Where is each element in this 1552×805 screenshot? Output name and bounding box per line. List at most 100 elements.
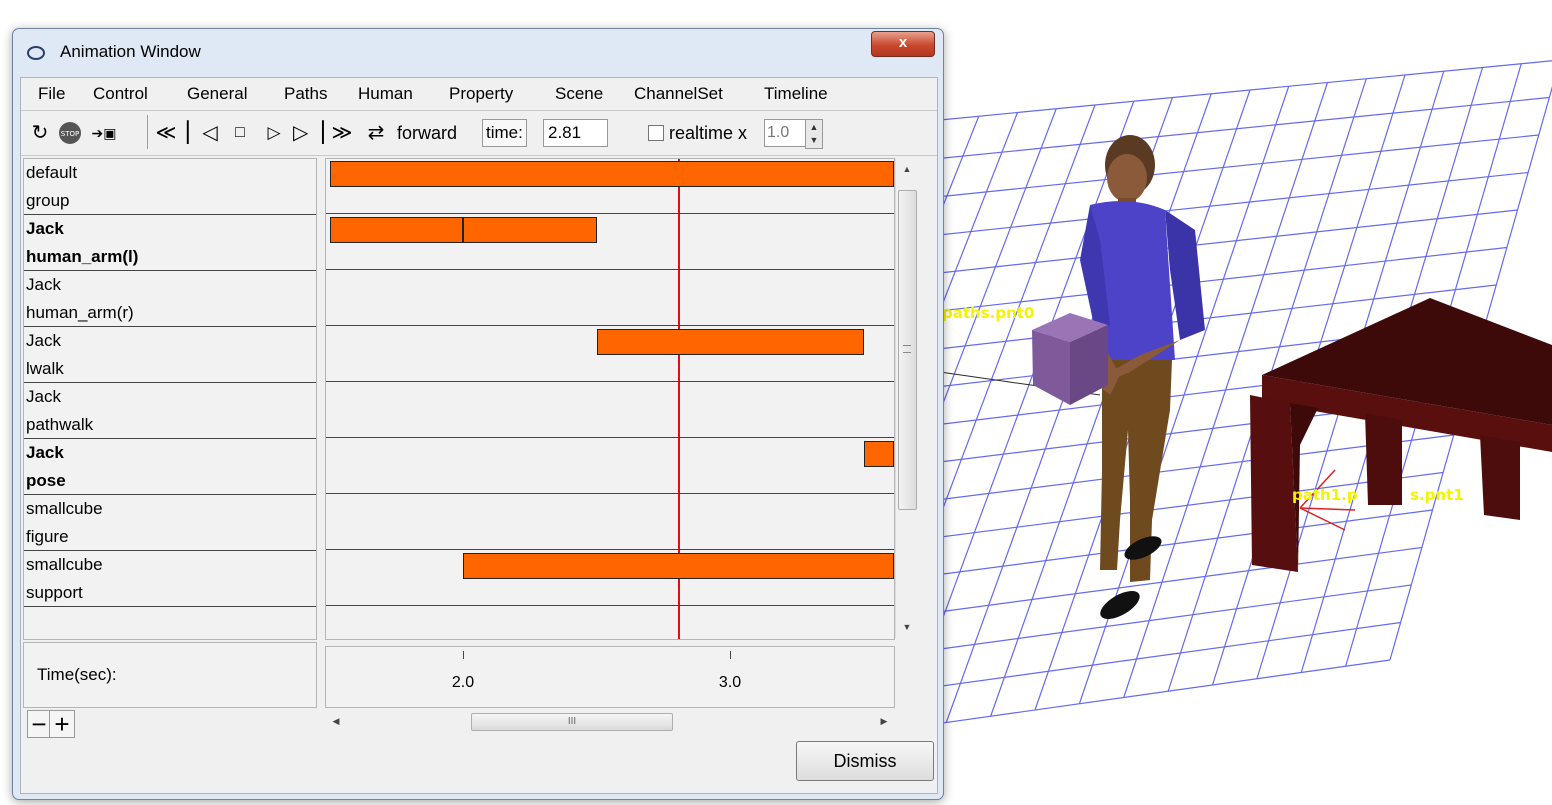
realtime-label: realtime x: [669, 123, 748, 143]
ruler-tick-label: 2.0: [451, 674, 475, 691]
stop-icon[interactable]: STOP: [57, 118, 83, 148]
track-type-name: human_arm(l): [26, 247, 139, 266]
ruler-tick: [463, 651, 464, 659]
time-input[interactable]: 2.81: [543, 119, 608, 147]
direction-label[interactable]: forward: [397, 123, 457, 144]
speed-input[interactable]: 1.0: [764, 119, 806, 147]
window-client: File Control General Paths Human Propert…: [20, 77, 938, 794]
scroll-up-icon[interactable]: ▲: [900, 162, 914, 176]
track-name-item[interactable]: Jack pose: [24, 439, 316, 495]
menu-property[interactable]: Property: [449, 84, 513, 104]
animation-segment[interactable]: [863, 441, 894, 467]
path-point-label: s.pnt1: [1410, 486, 1464, 504]
track-type-name: pose: [26, 471, 66, 490]
track-separator: [24, 606, 316, 607]
timeline-row-separator: [326, 605, 894, 606]
zoom-out-button[interactable]: −: [27, 710, 50, 738]
animation-segment[interactable]: [463, 553, 894, 579]
timeline-row-separator: [326, 325, 894, 326]
ruler-tick: [730, 651, 731, 659]
scroll-right-icon[interactable]: ▶: [877, 714, 891, 728]
menu-scene[interactable]: Scene: [555, 84, 603, 104]
window-title: Animation Window: [60, 42, 201, 61]
track-object-name: Jack: [26, 443, 64, 462]
track-type-name: human_arm(r): [26, 303, 134, 322]
time-label-box: Time(sec):: [23, 642, 317, 708]
track-type-name: group: [26, 191, 70, 210]
zoom-in-button[interactable]: +: [49, 710, 75, 738]
time-label: time:: [482, 119, 527, 147]
record-icon[interactable]: ➔▣: [87, 118, 121, 148]
animation-segment[interactable]: [329, 161, 894, 187]
track-name-item[interactable]: smallcube figure: [24, 495, 316, 551]
track-name-list: default group Jack human_arm(l) Jack human_ar…: [23, 158, 317, 640]
path-point-label: path1.p: [1292, 486, 1358, 504]
vertical-scrollbar[interactable]: ▲ ▼: [895, 158, 918, 638]
menu-paths[interactable]: Paths: [284, 84, 327, 104]
play-icon[interactable]: ▷: [261, 118, 287, 148]
track-name-item[interactable]: Jack pathwalk: [24, 383, 316, 439]
track-name-item[interactable]: Jack human_arm(l): [24, 215, 316, 271]
spin-down-icon[interactable]: ▼: [808, 134, 820, 146]
skip-forward-icon[interactable]: ≫: [329, 118, 355, 148]
track-type-name: figure: [26, 527, 69, 546]
track-name-item[interactable]: smallcube support: [24, 551, 316, 607]
track-object-name: smallcube: [26, 499, 103, 518]
window-icon: [27, 46, 45, 60]
track-object-name: Jack: [26, 219, 64, 238]
step-back-icon[interactable]: ▏◁: [187, 118, 218, 148]
menu-bar: File Control General Paths Human Propert…: [21, 78, 937, 110]
horizontal-scroll-thumb[interactable]: III: [471, 713, 673, 731]
loop-icon[interactable]: ⇄: [363, 118, 389, 148]
reset-icon[interactable]: ↻: [27, 118, 53, 148]
menu-general[interactable]: General: [187, 84, 247, 104]
path-point-label: paths.pnt0: [942, 304, 1034, 322]
track-name-item[interactable]: default group: [24, 159, 316, 215]
track-type-name: lwalk: [26, 359, 64, 378]
track-type-name: pathwalk: [26, 415, 94, 434]
speed-spinner[interactable]: ▲ ▼: [805, 119, 823, 149]
timeline-row-separator: [326, 381, 894, 382]
playback-toolbar: ↻ STOP ➔▣ ≪ ▏◁ □ ▷ ▷▕ ≫ ⇄ forward time: …: [21, 110, 937, 156]
close-button[interactable]: x: [871, 31, 935, 57]
timeline-row-separator: [326, 493, 894, 494]
track-object-name: smallcube: [26, 555, 103, 574]
vertical-scroll-thumb[interactable]: [898, 190, 917, 510]
menu-human[interactable]: Human: [358, 84, 413, 104]
time-ruler: 2.0 3.0: [325, 646, 895, 708]
menu-file[interactable]: File: [38, 84, 65, 104]
track-type-name: support: [26, 583, 83, 602]
animation-window: Animation Window x File Control General …: [12, 28, 944, 800]
menu-timeline[interactable]: Timeline: [764, 84, 828, 104]
step-forward-icon[interactable]: ▷▕: [293, 118, 324, 148]
menu-channelset[interactable]: ChannelSet: [634, 84, 723, 104]
track-object-name: Jack: [26, 275, 61, 294]
spin-up-icon[interactable]: ▲: [808, 121, 820, 133]
timeline-row-separator: [326, 549, 894, 550]
realtime-checkbox[interactable]: [648, 125, 664, 141]
dismiss-button[interactable]: Dismiss: [796, 741, 934, 781]
animation-segment[interactable]: [463, 217, 597, 243]
scroll-left-icon[interactable]: ◀: [329, 714, 343, 728]
animation-segment[interactable]: [329, 217, 463, 243]
svg-text:STOP: STOP: [61, 130, 79, 138]
stop-square-icon[interactable]: □: [227, 118, 253, 148]
track-object-name: default: [26, 163, 78, 182]
horizontal-scrollbar[interactable]: ◀ III ▶: [325, 712, 893, 731]
track-object-name: Jack: [26, 331, 61, 350]
track-object-name: Jack: [26, 387, 61, 406]
scroll-down-icon[interactable]: ▼: [900, 620, 914, 634]
skip-back-icon[interactable]: ≪: [153, 118, 179, 148]
timeline-area[interactable]: [325, 158, 895, 640]
small-cube: [1032, 313, 1108, 405]
table-model: [1250, 298, 1552, 572]
track-name-item[interactable]: Jack lwalk: [24, 327, 316, 383]
timeline-row-separator: [326, 269, 894, 270]
track-name-item[interactable]: Jack human_arm(r): [24, 271, 316, 327]
title-bar[interactable]: Animation Window x: [13, 29, 943, 77]
timeline-row-separator: [326, 213, 894, 214]
animation-segment[interactable]: [596, 329, 864, 355]
ruler-tick-label: 3.0: [718, 674, 742, 691]
menu-control[interactable]: Control: [93, 84, 148, 104]
timeline-row-separator: [326, 437, 894, 438]
